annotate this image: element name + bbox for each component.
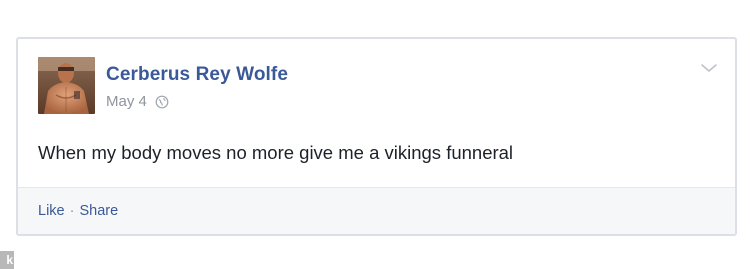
share-button[interactable]: Share bbox=[79, 203, 118, 219]
post-meta: May 4 bbox=[106, 93, 169, 110]
like-button[interactable]: Like bbox=[38, 203, 65, 219]
author-name[interactable]: Cerberus Rey Wolfe bbox=[106, 64, 288, 86]
post-header: Cerberus Rey Wolfe May 4 bbox=[18, 39, 735, 129]
chevron-down-icon[interactable] bbox=[699, 61, 719, 75]
corner-watermark: k bbox=[0, 251, 14, 269]
post-card: Cerberus Rey Wolfe May 4 When my body mo… bbox=[16, 37, 737, 236]
post-date[interactable]: May 4 bbox=[106, 93, 147, 110]
globe-icon[interactable] bbox=[155, 95, 169, 109]
post-text: When my body moves no more give me a vik… bbox=[38, 142, 514, 163]
action-separator: · bbox=[69, 203, 75, 219]
post-actions: Like · Share bbox=[18, 187, 735, 234]
avatar-photo bbox=[38, 57, 95, 114]
page: Cerberus Rey Wolfe May 4 When my body mo… bbox=[0, 0, 750, 269]
avatar[interactable] bbox=[38, 57, 95, 114]
